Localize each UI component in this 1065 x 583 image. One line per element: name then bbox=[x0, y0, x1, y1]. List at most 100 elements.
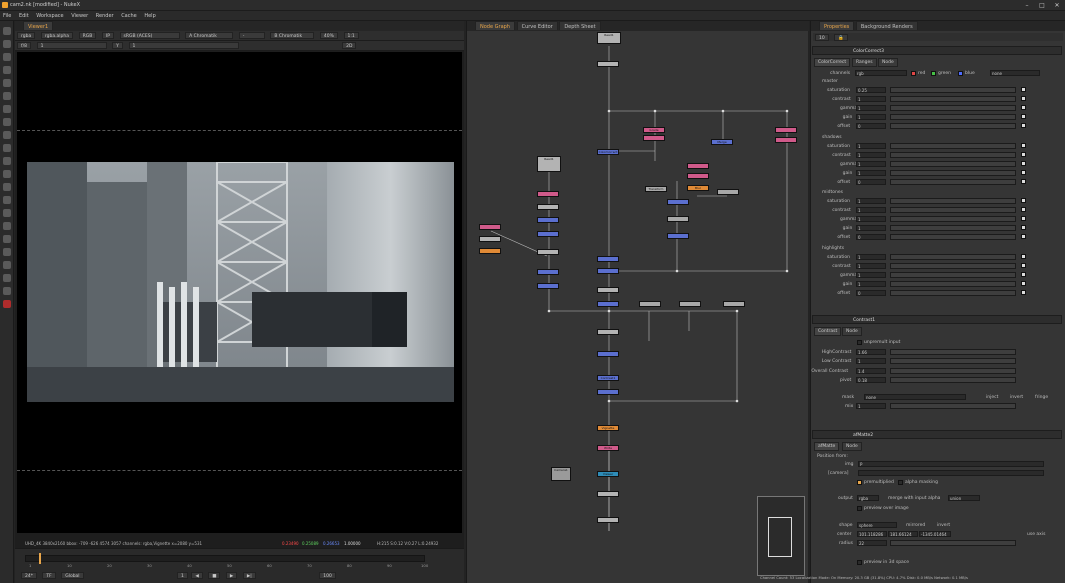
cc-highlights-gamma-field[interactable]: 1 bbox=[856, 271, 886, 278]
cc-shadows-saturation-slider[interactable] bbox=[890, 142, 1016, 149]
node-grade-h[interactable] bbox=[479, 224, 501, 230]
node-dot-a[interactable] bbox=[597, 61, 619, 67]
stop-button[interactable]: ■ bbox=[208, 572, 221, 579]
close-button[interactable]: ✕ bbox=[1050, 1, 1064, 10]
fps-field[interactable]: 24* bbox=[21, 572, 37, 579]
mask-dropdown[interactable]: none bbox=[864, 394, 966, 400]
rgb-dropdown[interactable]: RGB bbox=[78, 32, 97, 39]
cc-midtones-gain-field[interactable]: 1 bbox=[856, 225, 886, 232]
cc-master-offset-field[interactable]: 0 bbox=[856, 123, 886, 130]
contrast-0-slider[interactable] bbox=[890, 349, 1016, 355]
color-tool-icon[interactable] bbox=[3, 79, 11, 87]
node-merge-h[interactable] bbox=[597, 351, 619, 357]
ratio-dropdown[interactable]: 1:1 bbox=[343, 32, 359, 39]
menu-file[interactable]: File bbox=[0, 11, 14, 19]
compare-b-dropdown[interactable]: B Chromatik bbox=[270, 32, 315, 39]
color-picker-icon[interactable] bbox=[1021, 123, 1026, 129]
tab-colorcorrect[interactable]: ColorCorrect bbox=[814, 58, 851, 67]
cc-midtones-gamma-field[interactable]: 1 bbox=[856, 216, 886, 223]
tab-viewer1[interactable]: Viewer1 bbox=[23, 21, 54, 30]
ocula-tool-icon[interactable] bbox=[3, 248, 11, 256]
node-merge-f[interactable] bbox=[537, 269, 559, 275]
node-read-top[interactable]: Read1 bbox=[597, 32, 621, 44]
particles-tool-icon[interactable] bbox=[3, 183, 11, 191]
color-picker-icon[interactable] bbox=[1021, 151, 1026, 157]
alpha-masking-checkbox[interactable] bbox=[898, 480, 903, 485]
channels-dropdown-cc[interactable]: rgb bbox=[855, 70, 907, 76]
cc-master-contrast-slider[interactable] bbox=[890, 96, 1016, 103]
color-picker-icon[interactable] bbox=[1021, 207, 1026, 213]
node-transform-c[interactable] bbox=[667, 216, 689, 222]
img-dropdown[interactable]: P bbox=[858, 461, 1044, 467]
cc-group-master[interactable]: master bbox=[822, 79, 838, 84]
cc-midtones-offset-slider[interactable] bbox=[890, 234, 1016, 241]
cc-shadows-offset-field[interactable]: 0 bbox=[856, 178, 886, 185]
play-backward-button[interactable]: ◀ bbox=[191, 572, 203, 579]
node-dot-e[interactable] bbox=[597, 287, 619, 293]
node-transform-b[interactable] bbox=[717, 189, 739, 195]
color-picker-icon[interactable] bbox=[1021, 169, 1026, 175]
red-checkbox[interactable] bbox=[911, 71, 916, 76]
cc-midtones-contrast-slider[interactable] bbox=[890, 207, 1016, 214]
tab-node-cc[interactable]: Node bbox=[878, 58, 898, 67]
node-transform-f[interactable] bbox=[723, 301, 745, 307]
cc-highlights-offset-field[interactable]: 0 bbox=[856, 289, 886, 296]
node-dot-f[interactable] bbox=[597, 329, 619, 335]
center-x-field[interactable]: 101.118286 bbox=[857, 531, 887, 537]
cc-group-midtones[interactable]: midtones bbox=[822, 190, 843, 195]
cc-highlights-gain-slider[interactable] bbox=[890, 280, 1016, 287]
cc-highlights-contrast-slider[interactable] bbox=[890, 262, 1016, 269]
node-grade-b[interactable] bbox=[643, 135, 665, 141]
contrast-1-field[interactable]: 1 bbox=[856, 358, 886, 365]
cc-shadows-offset-slider[interactable] bbox=[890, 178, 1016, 185]
cc-midtones-contrast-field[interactable]: 1 bbox=[856, 207, 886, 214]
afmatte-node-name[interactable]: afMatte2 bbox=[853, 433, 873, 438]
cc-shadows-gamma-field[interactable]: 1 bbox=[856, 160, 886, 167]
node-camera[interactable]: Camera1 bbox=[551, 467, 571, 481]
premultiplied-checkbox[interactable] bbox=[857, 480, 862, 485]
output-dropdown[interactable]: rgba bbox=[857, 495, 879, 501]
views-tool-icon[interactable] bbox=[3, 157, 11, 165]
color-picker-icon[interactable] bbox=[1021, 262, 1026, 268]
tab-depth-sheet[interactable]: Depth Sheet bbox=[559, 21, 601, 30]
range-dropdown[interactable]: Global bbox=[61, 572, 84, 579]
tab-curve-editor[interactable]: Curve Editor bbox=[516, 21, 558, 30]
cc-shadows-gamma-slider[interactable] bbox=[890, 160, 1016, 167]
maximize-button[interactable]: □ bbox=[1035, 1, 1049, 10]
cc-master-gain-slider[interactable] bbox=[890, 114, 1016, 121]
menu-cache[interactable]: Cache bbox=[118, 11, 140, 19]
tab-properties[interactable]: Properties bbox=[819, 21, 855, 30]
fstop-field[interactable]: f/8 bbox=[17, 42, 31, 49]
image-tool-icon[interactable] bbox=[3, 27, 11, 35]
color-picker-icon[interactable] bbox=[1021, 225, 1026, 231]
mix-field[interactable]: 1 bbox=[856, 403, 886, 409]
inject-label[interactable]: inject bbox=[986, 395, 998, 400]
node-grade-e[interactable] bbox=[687, 163, 709, 169]
node-read-plate[interactable]: Read1 bbox=[537, 156, 561, 172]
node-write[interactable]: Write bbox=[597, 445, 619, 451]
lock-icon[interactable]: 🔒 bbox=[834, 34, 848, 41]
invert-label[interactable]: invert bbox=[1010, 395, 1023, 400]
red-tool-icon[interactable] bbox=[3, 300, 11, 308]
cc-midtones-saturation-field[interactable]: 1 bbox=[856, 198, 886, 204]
color-picker-icon[interactable] bbox=[1021, 216, 1026, 222]
color-picker-icon[interactable] bbox=[1021, 198, 1026, 203]
cc-master-gain-field[interactable]: 1 bbox=[856, 114, 886, 121]
contrast-2-slider[interactable] bbox=[890, 367, 1016, 374]
use-axis-label[interactable]: use axis bbox=[1027, 532, 1045, 537]
color-picker-icon[interactable] bbox=[1021, 160, 1026, 166]
cc-master-gamma-slider[interactable] bbox=[890, 105, 1016, 112]
gamma-slider[interactable]: 1 bbox=[128, 42, 239, 49]
cc-midtones-saturation-slider[interactable] bbox=[890, 198, 1016, 204]
color-picker-icon[interactable] bbox=[1021, 271, 1026, 277]
node-grade-d[interactable] bbox=[775, 137, 797, 143]
cc-group-highlights[interactable]: highlights bbox=[822, 246, 844, 251]
fringe-label[interactable]: fringe bbox=[1035, 395, 1048, 400]
contrast-node-name[interactable]: Contrast1 bbox=[853, 318, 875, 323]
merge-tool-icon[interactable] bbox=[3, 118, 11, 126]
cc-shadows-contrast-field[interactable]: 1 bbox=[856, 151, 886, 158]
node-merge-d[interactable] bbox=[537, 217, 559, 223]
cc-group-shadows[interactable]: shadows bbox=[822, 135, 842, 140]
tab-afmatte[interactable]: afMatte bbox=[814, 442, 840, 451]
channel-tool-icon[interactable] bbox=[3, 66, 11, 74]
